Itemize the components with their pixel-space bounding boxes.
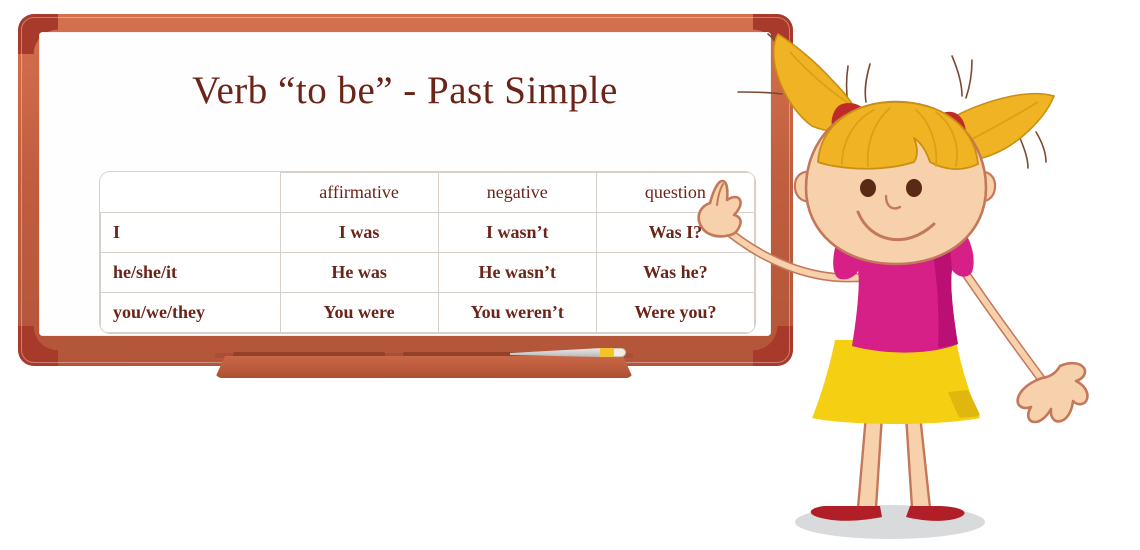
cell-subject: I [100, 212, 281, 253]
table-header-affirmative: affirmative [279, 172, 439, 213]
shoe-right [906, 506, 965, 521]
slide-canvas: Verb “to be” - Past Simple affirmative n… [0, 0, 1140, 550]
board-title: Verb “to be” - Past Simple [192, 69, 618, 112]
cell-affirmative: I was [279, 212, 439, 253]
cell-affirmative: You were [279, 292, 439, 333]
table-row: you/we/they You were You weren’t Were yo… [100, 292, 755, 333]
table-row: I I was I wasn’t Was I? [100, 212, 755, 253]
cell-subject: you/we/they [100, 292, 281, 333]
table-header-corner [100, 172, 281, 213]
skirt [812, 340, 980, 424]
table-header-row: affirmative negative question [100, 172, 755, 213]
pencil-ferrule [600, 348, 614, 357]
pencil-body [510, 348, 602, 357]
cell-negative: He wasn’t [437, 252, 597, 293]
open-hand [1016, 361, 1089, 424]
cell-affirmative: He was [279, 252, 439, 293]
eye-left [860, 179, 876, 197]
leg-left [856, 413, 884, 510]
pointing-hand [697, 179, 742, 238]
leg-right [904, 413, 932, 510]
cell-negative: I wasn’t [437, 212, 597, 253]
verb-to-be-table: affirmative negative question I I was I … [100, 172, 755, 333]
eye-right [906, 179, 922, 197]
cell-subject: he/she/it [100, 252, 281, 293]
pencil-eraser [613, 348, 626, 357]
table-row: he/she/it He was He wasn’t Was he? [100, 252, 755, 293]
whiteboard-surface: Verb “to be” - Past Simple affirmative n… [39, 32, 771, 336]
whiteboard: Verb “to be” - Past Simple affirmative n… [18, 14, 793, 378]
marker-tray [215, 356, 633, 378]
right-arm-fill [959, 265, 1051, 391]
table-header-negative: negative [437, 172, 597, 213]
girl-character [690, 0, 1140, 550]
cell-negative: You weren’t [437, 292, 597, 333]
pencil [510, 348, 630, 357]
